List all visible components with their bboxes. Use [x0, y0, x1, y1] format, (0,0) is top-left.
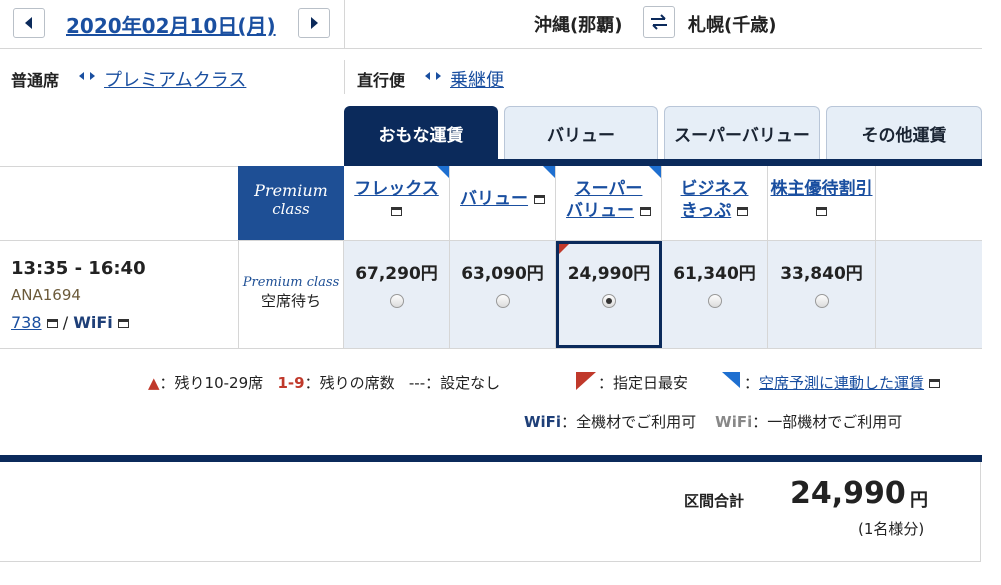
total-top-bar [0, 455, 982, 462]
total-amount: 24,990 [790, 476, 906, 511]
tab-main-fares[interactable]: おもな運賃 [344, 106, 498, 160]
fare-header-label[interactable]: ビジネス [681, 179, 749, 199]
fare-price: 63,090円 [461, 264, 544, 284]
fare-cell-super-value-selected[interactable]: 24,990円 [556, 241, 662, 348]
class-selected-label: 普通席 [11, 71, 60, 90]
fare-header-super-value[interactable]: スーパー バリュー [556, 166, 662, 240]
flight-time: 13:35 - 16:40 [11, 258, 146, 279]
new-window-icon [117, 319, 129, 328]
fare-cell-flex[interactable]: 67,290円 [344, 241, 450, 348]
swap-route-button[interactable] [643, 6, 675, 38]
switch-arrows-icon [425, 72, 441, 80]
fare-header-label[interactable]: きっぷ [681, 201, 731, 221]
premium-class-header: Premium class [238, 166, 344, 241]
fare-cell-value[interactable]: 63,090円 [450, 241, 556, 348]
divider [0, 348, 982, 349]
fare-radio[interactable] [495, 294, 510, 308]
empty-fare-cell [876, 241, 982, 348]
fare-radio[interactable] [707, 294, 722, 308]
divider [344, 60, 345, 94]
legend-none-mark: --- [408, 374, 426, 392]
route-selected-label: 直行便 [357, 71, 406, 90]
swap-arrows-icon [651, 14, 667, 30]
fare-header-business[interactable]: ビジネス きっぷ [662, 166, 768, 240]
fare-price: 24,990円 [567, 264, 651, 284]
fare-cell-business[interactable]: 61,340円 [662, 241, 768, 348]
legend-cheapest: ：指定日最安 [598, 374, 689, 392]
fare-price: 67,290円 [355, 264, 438, 284]
legend-row-2: WiFi：全機材でご利用可 WiFi：一部機材でご利用可 [524, 411, 902, 432]
premium-header-line1: Premium [254, 181, 328, 200]
premium-status-cell: Premium class 空席待ち [238, 241, 344, 348]
fare-header-shareholder[interactable]: 株主優待割引 [768, 166, 876, 240]
cheapest-fare-corner-icon [559, 244, 569, 254]
legend-linked-fare-link[interactable]: 空席予測に連動した運賃 [759, 374, 924, 392]
premium-status-text: 空席待ち [260, 292, 321, 310]
legend-linked-fare-row: ：空席予測に連動した運賃 [744, 372, 940, 393]
premium-header-line2: class [272, 200, 310, 218]
aircraft-row: 738 / WiFi [11, 313, 129, 332]
legend-seats-text: ：残りの席数 [304, 374, 395, 392]
switch-arrows-icon [79, 72, 95, 80]
new-window-icon [816, 206, 827, 216]
fare-radio[interactable] [389, 294, 404, 308]
aircraft-link[interactable]: 738 [11, 313, 42, 332]
new-window-icon [639, 206, 651, 216]
fare-header-value[interactable]: バリュー [450, 166, 556, 240]
wifi-all-icon: WiFi [524, 413, 562, 431]
tab-underline [344, 159, 982, 166]
linked-fare-corner-icon [437, 166, 449, 178]
divider [0, 48, 982, 49]
new-window-icon [928, 379, 940, 388]
premium-class-link[interactable]: プレミアムクラス [104, 66, 246, 92]
blue-corner-icon [722, 372, 740, 388]
legend-remaining-10-29: ：残り10-29席 [159, 374, 264, 392]
date-picker-link[interactable]: 2020年02月10日(月) [66, 10, 276, 39]
tab-super-value[interactable]: スーパーバリュー [664, 106, 820, 160]
fare-header-label[interactable]: バリュー [460, 189, 528, 209]
origin-label: 沖縄(那覇) [534, 15, 623, 36]
tab-value[interactable]: バリュー [504, 106, 658, 160]
fare-header-label[interactable]: スーパー [575, 179, 643, 199]
fare-price: 61,340円 [673, 264, 756, 284]
fare-header-label[interactable]: 株主優待割引 [771, 179, 873, 199]
tab-other-fares[interactable]: その他運賃 [826, 106, 982, 160]
fare-header-label[interactable]: バリュー [566, 201, 634, 221]
legend-wifi-all: ：全機材でご利用可 [561, 413, 697, 431]
destination-label: 札幌(千歳) [688, 15, 777, 36]
chevron-right-icon [311, 17, 318, 29]
premium-status-label: Premium class [242, 275, 340, 290]
new-window-icon [391, 206, 402, 216]
new-window-icon [46, 319, 58, 328]
triangle-red-icon: ▲ [148, 374, 160, 392]
total-note: (1名様分) [858, 520, 925, 538]
connecting-flight-link[interactable]: 乗継便 [450, 66, 504, 92]
legend-wifi-some: ：一部機材でご利用可 [752, 413, 903, 431]
red-corner-icon [576, 372, 596, 390]
linked-fare-corner-icon [543, 166, 555, 178]
legend-none-text: ：設定なし [425, 374, 501, 392]
fare-radio-selected[interactable] [602, 294, 616, 308]
prev-date-button[interactable] [13, 8, 45, 38]
total-label: 区間合計 [684, 492, 745, 510]
new-window-icon [533, 194, 545, 204]
divider [344, 0, 345, 48]
legend-seats-number: 1-9 [277, 374, 305, 392]
total-unit: 円 [910, 490, 928, 511]
flight-number: ANA1694 [11, 286, 81, 304]
linked-fare-corner-icon [649, 166, 661, 178]
wifi-all-badge: WiFi [73, 313, 113, 332]
fare-radio[interactable] [814, 294, 829, 308]
next-date-button[interactable] [298, 8, 330, 38]
fare-cell-shareholder[interactable]: 33,840円 [768, 241, 876, 348]
fare-header-label[interactable]: フレックス [354, 179, 439, 199]
wifi-some-icon: WiFi [715, 413, 753, 431]
chevron-left-icon [25, 17, 32, 29]
fare-header-flex[interactable]: フレックス [344, 166, 450, 240]
new-window-icon [737, 206, 749, 216]
legend-row-1: ▲：残り10-29席 1-9：残りの席数 ---：設定なし [148, 372, 500, 393]
fare-price: 33,840円 [780, 264, 863, 284]
